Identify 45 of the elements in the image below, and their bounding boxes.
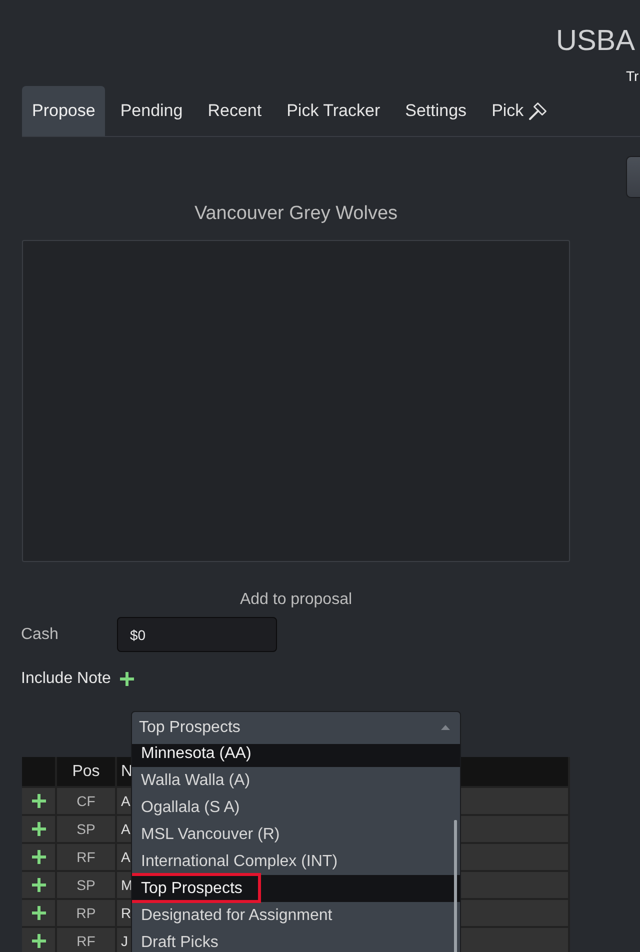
tab[interactable]: Recent [198,86,272,136]
plus-icon[interactable] [32,906,46,920]
section-heading: Add to proposal [238,590,354,610]
field-label: Cash [21,624,60,644]
caret-icon [441,724,450,730]
app-subtitle: Tr [626,68,639,84]
position-text: RP [76,904,96,922]
player-name: R [121,904,132,922]
dropdown-option[interactable]: Minnesota (AA) [132,744,460,767]
player-name: A [121,792,130,810]
dropdown-option[interactable]: Top Prospects [132,875,460,902]
dropdown-option[interactable]: International Complex (INT) [132,848,460,875]
team-name: Vancouver Grey Wolves [193,202,399,226]
hammer-icon [528,101,548,121]
player-name: J [121,932,128,950]
tab[interactable]: Settings [395,86,477,136]
scrollbar-thumb[interactable] [454,820,457,952]
plus-icon[interactable] [32,850,46,864]
column-header: Pos [72,762,100,782]
field-label: Include Note [21,669,111,689]
position-text: SP [76,876,96,894]
tab[interactable]: Pick [482,86,558,136]
dropdown-option[interactable]: MSL Vancouver (R) [132,821,460,848]
dropdown-select[interactable]: Top Prospects [131,711,461,745]
column-header: N [121,762,133,782]
tab[interactable]: Pending [110,86,193,136]
dropdown-option[interactable]: Designated for Assignment [132,902,460,929]
tab[interactable]: Propose [22,86,106,136]
dropdown-option[interactable]: Ogallala (S A) [132,794,460,821]
player-name: A [121,820,130,838]
cash-input[interactable]: $0 [117,617,277,652]
position-text: RF [76,848,96,866]
app-title: USBA [556,24,635,57]
plus-icon[interactable] [120,672,134,686]
dropdown-option[interactable]: Draft Picks [132,929,460,952]
plus-icon[interactable] [32,934,46,948]
position-text: RF [76,932,96,950]
player-name: A [121,848,130,866]
plus-icon[interactable] [32,822,46,836]
position-text: SP [76,820,96,838]
tab[interactable]: Pick Tracker [276,86,390,136]
position-text: CF [76,792,96,810]
dropdown-option[interactable]: Walla Walla (A) [132,767,460,794]
plus-icon[interactable] [32,878,46,892]
plus-icon[interactable] [32,794,46,808]
